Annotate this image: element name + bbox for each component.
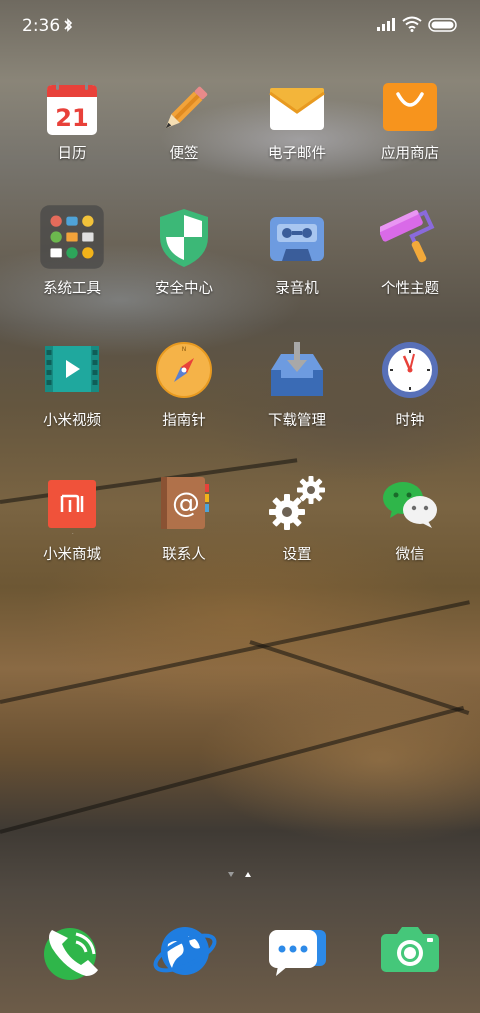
- camera-icon[interactable]: [375, 916, 445, 986]
- shopping-bag-icon: [383, 83, 437, 131]
- app-mi-video[interactable]: 小米视频: [12, 340, 132, 460]
- app-label: 安全中心: [155, 281, 213, 297]
- download-tray-icon: [271, 342, 323, 396]
- app-label: 应用商店: [381, 146, 439, 162]
- wifi-icon: [402, 16, 422, 32]
- browser-globe-icon[interactable]: [150, 916, 220, 986]
- app-label: 微信: [395, 547, 425, 563]
- app-label: 设置: [282, 547, 312, 563]
- app-label: 时钟: [395, 413, 425, 429]
- app-clock[interactable]: 时钟: [350, 340, 470, 460]
- svg-text:N: N: [182, 346, 187, 353]
- mi-store-icon: mi: [48, 480, 96, 534]
- shield-icon: [160, 209, 208, 267]
- app-label: 联系人: [162, 547, 206, 563]
- app-label: 便签: [169, 146, 199, 162]
- app-email[interactable]: 电子邮件: [237, 80, 357, 200]
- app-wechat[interactable]: 微信: [350, 474, 470, 594]
- app-store[interactable]: 应用商店: [350, 80, 470, 200]
- messages-icon[interactable]: [264, 916, 334, 986]
- page-dot-active: [245, 872, 251, 877]
- app-label: 日历: [57, 146, 87, 162]
- wechat-icon: [383, 482, 437, 528]
- paint-roller-icon: [380, 209, 435, 263]
- app-downloads[interactable]: 下载管理: [237, 340, 357, 460]
- calendar-date: 21: [55, 104, 88, 132]
- app-recorder[interactable]: 录音机: [237, 205, 357, 325]
- contacts-book-icon: @: [161, 477, 209, 529]
- mail-icon: [269, 88, 325, 130]
- svg-text:@: @: [172, 486, 200, 519]
- status-bar: 2:36: [0, 0, 480, 52]
- phone-icon[interactable]: [38, 916, 108, 986]
- app-compass[interactable]: N 指南针: [124, 340, 244, 460]
- app-label: 指南针: [162, 413, 206, 429]
- page-dot-inactive: [228, 872, 234, 877]
- gear-icon: [269, 476, 325, 530]
- app-themes[interactable]: 个性主题: [350, 205, 470, 325]
- app-label: 小米商城: [43, 547, 101, 563]
- app-security-center[interactable]: 安全中心: [124, 205, 244, 325]
- compass-icon: N: [156, 342, 212, 398]
- page-indicator[interactable]: [226, 870, 256, 880]
- calendar-icon: 21: [47, 82, 97, 135]
- app-notes[interactable]: 便签: [124, 80, 244, 200]
- clock-icon: [382, 342, 438, 398]
- battery-icon: [428, 18, 457, 32]
- app-label: 录音机: [275, 281, 319, 297]
- app-label: 小米视频: [43, 413, 101, 429]
- bluetooth-icon: [64, 18, 73, 32]
- app-folder-system-tools[interactable]: 系统工具: [12, 205, 132, 325]
- video-icon: [45, 346, 99, 392]
- app-settings[interactable]: 设置: [237, 474, 357, 594]
- cassette-icon: [270, 217, 324, 261]
- app-mi-store[interactable]: mi 小米商城: [12, 474, 132, 594]
- app-label: 个性主题: [381, 281, 439, 297]
- status-time: 2:36: [22, 16, 61, 36]
- app-label: 下载管理: [268, 413, 326, 429]
- signal-icon: [377, 18, 395, 31]
- app-label: 电子邮件: [268, 146, 326, 162]
- app-label: 系统工具: [43, 281, 101, 297]
- app-contacts[interactable]: @ 联系人: [124, 474, 244, 594]
- mi-logo-text: mi: [72, 533, 74, 534]
- folder-icon: [40, 205, 104, 269]
- app-calendar[interactable]: 21 日历: [12, 80, 132, 200]
- pencil-icon: [165, 86, 208, 129]
